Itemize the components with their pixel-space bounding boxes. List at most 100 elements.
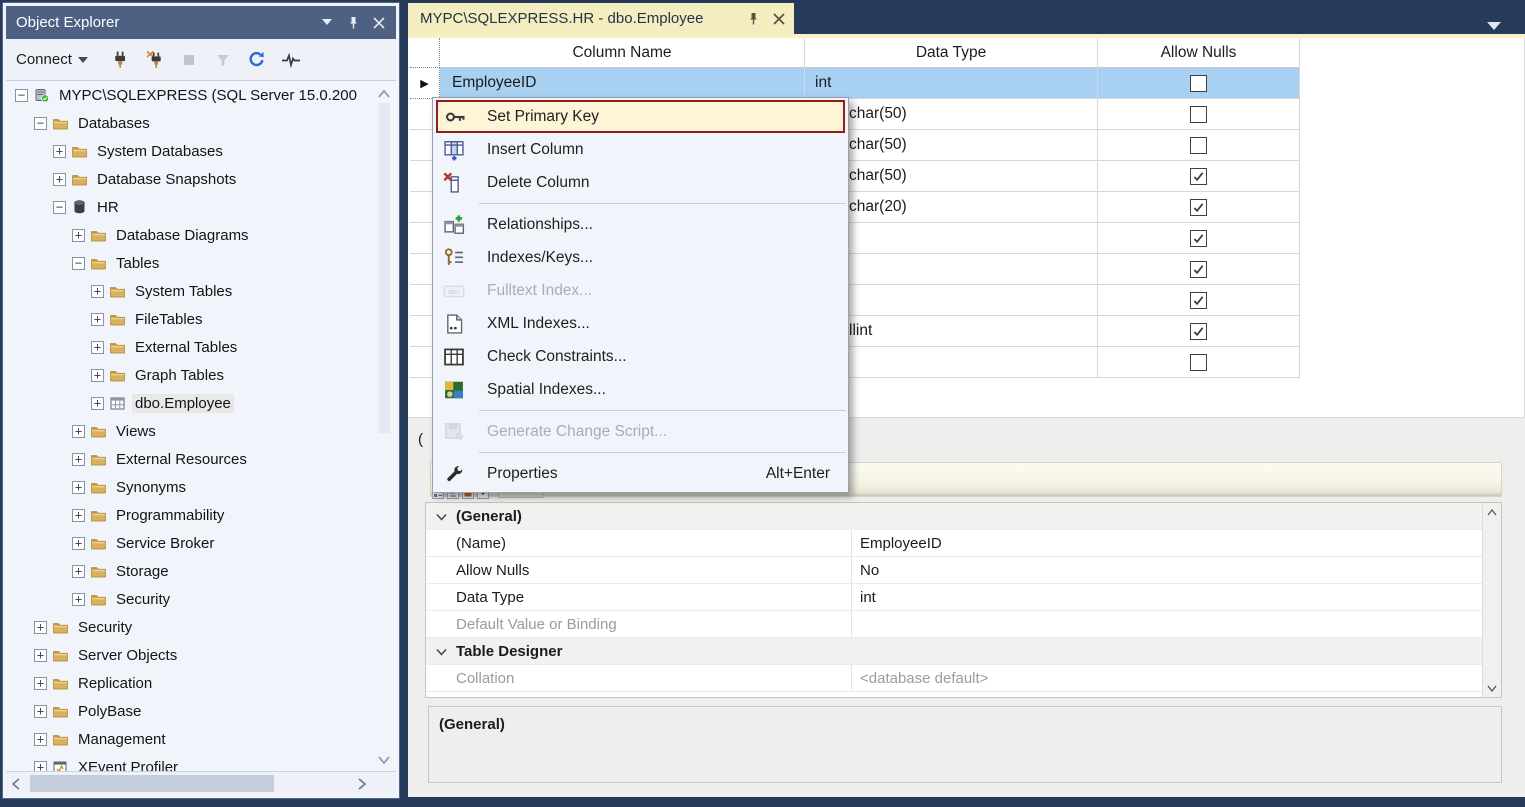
window-position-icon[interactable] — [314, 6, 340, 39]
collapse-icon[interactable]: − — [53, 201, 66, 214]
tree-item-tables[interactable]: −Tables — [7, 249, 375, 277]
menu-item-properties[interactable]: PropertiesAlt+Enter — [433, 457, 848, 490]
tree-item-external-tables[interactable]: +External Tables — [7, 333, 375, 361]
expand-icon[interactable]: + — [72, 481, 85, 494]
menu-item-relationships[interactable]: Relationships... — [433, 208, 848, 241]
tree-item-programmability[interactable]: +Programmability — [7, 501, 375, 529]
tree-item-storage[interactable]: +Storage — [7, 557, 375, 585]
tree-item-service-broker[interactable]: +Service Broker — [7, 529, 375, 557]
tree-item-database-diagrams[interactable]: +Database Diagrams — [7, 221, 375, 249]
tree-item-management[interactable]: +Management — [7, 725, 375, 753]
collapse-icon[interactable]: − — [15, 89, 28, 102]
pin-icon[interactable] — [340, 6, 366, 39]
property-value[interactable]: No — [851, 557, 1501, 583]
expand-icon[interactable]: + — [53, 173, 66, 186]
menu-item-delete-column[interactable]: Delete Column — [433, 166, 848, 199]
expand-icon[interactable]: + — [34, 677, 47, 690]
expand-icon[interactable]: + — [72, 565, 85, 578]
cell-column-name[interactable]: EmployeeID — [440, 68, 805, 99]
chevron-down-icon[interactable] — [426, 643, 456, 660]
expand-icon[interactable]: + — [34, 733, 47, 746]
vertical-scrollbar-thumb[interactable] — [379, 103, 390, 433]
expand-icon[interactable]: + — [34, 649, 47, 662]
tab-close-icon[interactable] — [768, 8, 790, 30]
expand-icon[interactable]: + — [72, 509, 85, 522]
tree-item-synonyms[interactable]: +Synonyms — [7, 473, 375, 501]
expand-icon[interactable]: + — [53, 145, 66, 158]
expand-icon[interactable]: + — [72, 593, 85, 606]
tab-pin-icon[interactable] — [742, 8, 764, 30]
tree-item-hr[interactable]: −HR — [7, 193, 375, 221]
checkbox-checked[interactable] — [1190, 323, 1207, 340]
expand-icon[interactable]: + — [91, 341, 104, 354]
tree-item-database-snapshots[interactable]: +Database Snapshots — [7, 165, 375, 193]
scroll-down-icon[interactable] — [1483, 679, 1501, 697]
chevron-down-icon[interactable] — [426, 508, 456, 525]
row-selector[interactable]: ▶ — [410, 68, 440, 99]
scroll-right-icon[interactable] — [354, 776, 370, 792]
connect-button[interactable]: Connect — [16, 51, 88, 68]
grid-header-column-name[interactable]: Column Name — [440, 38, 805, 68]
collapse-icon[interactable]: − — [34, 117, 47, 130]
property-category-general[interactable]: (General) — [426, 503, 1501, 530]
checkbox-checked[interactable] — [1190, 199, 1207, 216]
tree-item-server-objects[interactable]: +Server Objects — [7, 641, 375, 669]
scroll-up-icon[interactable] — [1483, 503, 1501, 521]
checkbox-checked[interactable] — [1190, 261, 1207, 278]
tree-item-system-tables[interactable]: +System Tables — [7, 277, 375, 305]
menu-item-set-primary-key[interactable]: Set Primary Key — [436, 100, 845, 133]
tree-item-system-databases[interactable]: +System Databases — [7, 137, 375, 165]
tree-item-views[interactable]: +Views — [7, 417, 375, 445]
expand-icon[interactable]: + — [72, 229, 85, 242]
tree-item-databases[interactable]: −Databases — [7, 109, 375, 137]
checkbox-unchecked[interactable] — [1190, 106, 1207, 123]
tree-item-security[interactable]: +Security — [7, 613, 375, 641]
checkbox-checked[interactable] — [1190, 292, 1207, 309]
tree-item-external-resources[interactable]: +External Resources — [7, 445, 375, 473]
menu-item-spatial-indexes[interactable]: Spatial Indexes... — [433, 373, 848, 406]
horizontal-scrollbar[interactable] — [6, 771, 396, 795]
cell-data-type[interactable]: int — [805, 68, 1098, 99]
expand-icon[interactable]: + — [72, 537, 85, 550]
scroll-down-icon[interactable] — [375, 753, 393, 767]
tree-item-mypc-sqlexpress-sql-server-15-[interactable]: −MYPC\SQLEXPRESS (SQL Server 15.0.200 — [7, 81, 375, 109]
expand-icon[interactable]: + — [34, 621, 47, 634]
checkbox-checked[interactable] — [1190, 230, 1207, 247]
refresh-button[interactable] — [242, 47, 272, 73]
tree-item-security[interactable]: +Security — [7, 585, 375, 613]
expand-icon[interactable]: + — [91, 285, 104, 298]
checkbox-unchecked[interactable] — [1190, 354, 1207, 371]
property-value[interactable]: int — [851, 584, 1501, 610]
connect-plug-button[interactable] — [106, 47, 136, 73]
tree-item-replication[interactable]: +Replication — [7, 669, 375, 697]
scroll-left-icon[interactable] — [8, 776, 24, 792]
menu-item-check-constraints[interactable]: Check Constraints... — [433, 340, 848, 373]
property-value[interactable]: EmployeeID — [851, 530, 1501, 556]
menu-item-indexes-keys[interactable]: Indexes/Keys... — [433, 241, 848, 274]
menu-item-insert-column[interactable]: Insert Column — [433, 133, 848, 166]
property-category-table-designer[interactable]: Table Designer — [426, 638, 1501, 665]
close-icon[interactable] — [366, 6, 392, 39]
horizontal-scrollbar-thumb[interactable] — [30, 775, 274, 792]
expand-icon[interactable]: + — [34, 705, 47, 718]
tree-item-polybase[interactable]: +PolyBase — [7, 697, 375, 725]
activity-monitor-button[interactable] — [276, 47, 306, 73]
checkbox-checked[interactable] — [1190, 168, 1207, 185]
tree-item-graph-tables[interactable]: +Graph Tables — [7, 361, 375, 389]
row-selector-header[interactable] — [410, 38, 440, 68]
collapse-icon[interactable]: − — [72, 257, 85, 270]
expand-icon[interactable]: + — [72, 453, 85, 466]
property-grid-scrollbar[interactable] — [1482, 503, 1501, 697]
checkbox-unchecked[interactable] — [1190, 75, 1207, 92]
document-tab[interactable]: MYPC\SQLEXPRESS.HR - dbo.Employee — [408, 3, 794, 34]
expand-icon[interactable]: + — [91, 397, 104, 410]
property-value[interactable]: <database default> — [851, 665, 1501, 691]
grid-header-allow-nulls[interactable]: Allow Nulls — [1098, 38, 1300, 68]
checkbox-unchecked[interactable] — [1190, 137, 1207, 154]
expand-icon[interactable]: + — [72, 425, 85, 438]
menu-item-xml-indexes[interactable]: XML Indexes... — [433, 307, 848, 340]
scroll-up-icon[interactable] — [375, 87, 393, 101]
tree-item-filetables[interactable]: +FileTables — [7, 305, 375, 333]
property-value[interactable] — [851, 611, 1501, 637]
disconnect-plug-button[interactable] — [140, 47, 170, 73]
